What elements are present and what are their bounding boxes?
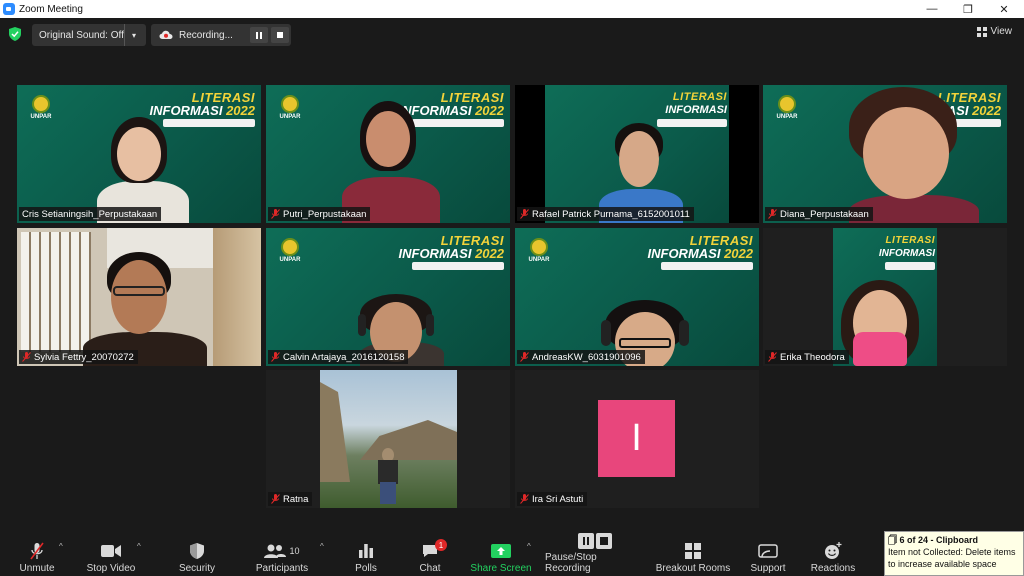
participants-button[interactable]: 10 Participants: [252, 536, 312, 574]
recording-indicator: Recording...: [151, 24, 291, 46]
chat-badge: 1: [435, 539, 447, 551]
video-tile[interactable]: Sylvia Fettry_20070272: [17, 228, 261, 366]
gallery-view: UNPAR LITERASI INFORMASI 2022 Cris Setia…: [0, 52, 1024, 532]
chevron-up-icon[interactable]: ^: [527, 542, 531, 551]
video-tile[interactable]: UNPAR LITERASI INFORMASI 2022 Putri_Perp…: [266, 85, 510, 223]
participant-name: Putri_Perpustakaan: [268, 207, 371, 221]
video-tile[interactable]: UNPAR LITERASI INFORMASI 2022 Diana_Perp…: [763, 85, 1007, 223]
participant-name: Sylvia Fettry_20070272: [19, 350, 138, 364]
clipboard-notification[interactable]: 🗍 6 of 24 - Clipboard Item not Collected…: [884, 531, 1024, 576]
original-sound-toggle[interactable]: Original Sound: Off ▾: [32, 24, 146, 46]
participant-name: Cris Setianingsih_Perpustakaan: [19, 207, 162, 221]
event-banner: LITERASI INFORMASI: [879, 234, 935, 270]
support-icon: [758, 544, 778, 558]
event-banner: LITERASI INFORMASI 2022: [399, 91, 504, 127]
muted-mic-icon: [30, 542, 44, 560]
chevron-down-icon[interactable]: ▾: [132, 31, 136, 40]
bar-chart-icon: [359, 544, 373, 558]
chat-button[interactable]: 1 Chat: [412, 536, 448, 574]
share-screen-icon: [491, 544, 511, 558]
breakout-rooms-button[interactable]: Breakout Rooms: [655, 536, 731, 574]
smiley-icon: [825, 542, 842, 559]
pause-stop-recording-button[interactable]: Pause/Stop Recording: [545, 533, 645, 574]
participant-name: Rafael Patrick Purnama_6152001011: [517, 207, 694, 221]
support-button[interactable]: Support: [746, 536, 790, 574]
restore-button[interactable]: ❐: [950, 0, 986, 18]
clipboard-title: 🗍 6 of 24 - Clipboard: [888, 535, 979, 545]
event-banner: LITERASI INFORMASI: [657, 91, 727, 127]
pause-stop-icon: [578, 533, 612, 549]
chevron-up-icon[interactable]: ^: [320, 542, 324, 551]
video-tile[interactable]: Ratna: [266, 370, 510, 508]
muted-mic-icon: [768, 209, 777, 219]
meeting-toolbar: Unmute ^ Stop Video ^ Security 10 Partic…: [0, 532, 1024, 576]
shield-icon: [190, 543, 204, 559]
meeting-topbar: Original Sound: Off ▾ Recording... View: [0, 18, 1024, 52]
muted-mic-icon: [768, 352, 777, 362]
view-button[interactable]: View: [976, 26, 1013, 37]
unpar-logo: UNPAR: [525, 238, 553, 268]
clipboard-icon: 🗍: [888, 535, 897, 545]
video-tile[interactable]: UNPAR LITERASI INFORMASI 2022 Cris Setia…: [17, 85, 261, 223]
unpar-logo: UNPAR: [276, 95, 304, 125]
minimize-button[interactable]: —: [914, 0, 950, 18]
avatar: I: [598, 400, 675, 477]
reactions-button[interactable]: Reactions: [810, 536, 856, 574]
muted-mic-icon: [271, 494, 280, 504]
event-banner: LITERASI INFORMASI 2022: [150, 91, 255, 127]
breakout-rooms-icon: [685, 543, 701, 559]
video-tile[interactable]: LITERASI INFORMASI Erika Theodora: [763, 228, 1007, 366]
unpar-logo: UNPAR: [276, 238, 304, 268]
video-tile[interactable]: I Ira Sri Astuti: [515, 370, 759, 508]
zoom-app-icon: [3, 3, 15, 15]
unpar-logo: UNPAR: [773, 95, 801, 125]
event-banner: LITERASI INFORMASI 2022: [648, 234, 753, 270]
close-button[interactable]: ✕: [986, 0, 1022, 18]
chevron-up-icon[interactable]: ^: [59, 542, 63, 551]
muted-mic-icon: [271, 209, 280, 219]
video-tile[interactable]: UNPAR LITERASI INFORMASI 2022 AndreasKW_…: [515, 228, 759, 366]
share-screen-button[interactable]: Share Screen: [470, 536, 532, 574]
video-tile[interactable]: UNPAR LITERASI INFORMASI 2022 Calvin Art…: [266, 228, 510, 366]
unmute-button[interactable]: Unmute: [12, 536, 62, 574]
stop-video-button[interactable]: Stop Video: [84, 536, 138, 574]
participants-count: 10: [289, 546, 300, 556]
pause-recording-button[interactable]: [250, 27, 268, 43]
video-camera-icon: [101, 545, 121, 557]
video-tile[interactable]: LITERASI INFORMASI Rafael Patrick Purnam…: [515, 85, 759, 223]
view-label: View: [990, 26, 1013, 37]
polls-button[interactable]: Polls: [348, 536, 384, 574]
participant-name: Calvin Artajaya_2016120158: [268, 350, 409, 364]
security-button[interactable]: Security: [174, 536, 220, 574]
event-banner: LITERASI INFORMASI 2022: [399, 234, 504, 270]
participant-name: Ratna: [268, 492, 313, 506]
muted-mic-icon: [22, 352, 31, 362]
shield-icon[interactable]: [9, 27, 21, 41]
chevron-up-icon[interactable]: ^: [137, 542, 141, 551]
window-titlebar: Zoom Meeting — ❐ ✕: [0, 0, 1024, 18]
participant-name: AndreasKW_6031901096: [517, 350, 645, 364]
muted-mic-icon: [271, 352, 280, 362]
landscape-photo: [320, 370, 457, 508]
unpar-logo: UNPAR: [27, 95, 55, 125]
participant-name: Ira Sri Astuti: [517, 492, 588, 506]
grid-view-icon: [976, 26, 987, 37]
people-icon: [264, 544, 287, 558]
cloud-recording-icon: [159, 30, 173, 39]
participant-name: Diana_Perpustakaan: [765, 207, 873, 221]
muted-mic-icon: [520, 494, 529, 504]
original-sound-label: Original Sound: Off: [39, 29, 124, 41]
muted-mic-icon: [520, 352, 529, 362]
window-title: Zoom Meeting: [19, 3, 83, 15]
participant-name: Erika Theodora: [765, 350, 849, 364]
stop-recording-button[interactable]: [271, 27, 289, 43]
clipboard-message: Item not Collected: Delete items to incr…: [888, 547, 1016, 569]
recording-label: Recording...: [179, 29, 233, 41]
muted-mic-icon: [520, 209, 529, 219]
